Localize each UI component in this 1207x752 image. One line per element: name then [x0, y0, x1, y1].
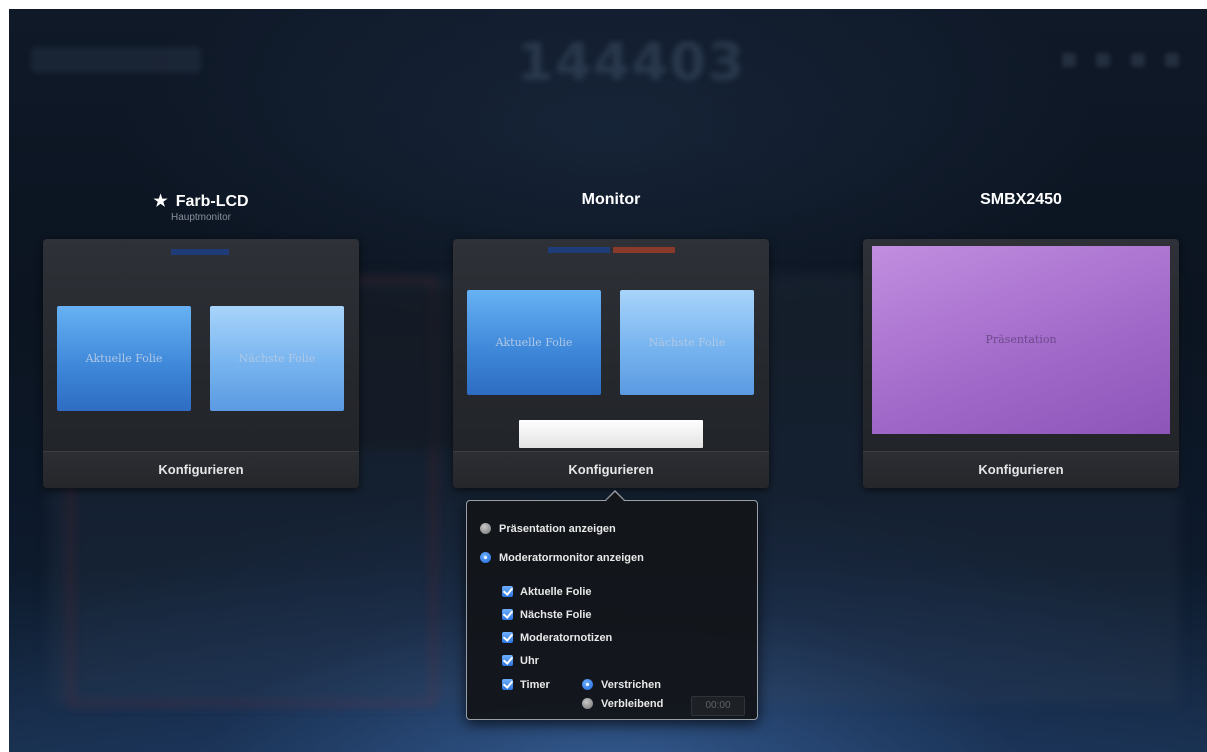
background-button — [1061, 53, 1076, 67]
configure-button[interactable]: Konfigurieren — [453, 451, 769, 488]
next-slide-preview: Nächste Folie — [210, 306, 344, 411]
radio-elapsed[interactable]: Verstrichen — [582, 677, 661, 693]
radio-label: Verstrichen — [601, 679, 661, 691]
check-label: Nächste Folie — [520, 609, 592, 621]
screen-arrangement-bar — [548, 247, 610, 253]
option-show-presentation[interactable]: Präsentation anzeigen — [480, 521, 616, 537]
background-clock: 144403 — [517, 33, 747, 93]
main-display-star-icon: ★ — [153, 193, 168, 210]
check-clock[interactable]: Uhr — [502, 653, 539, 669]
display-card-farb-lcd: Aktuelle Folie Nächste Folie Konfigurier… — [43, 239, 359, 488]
screen-arrangement-bar — [613, 247, 675, 253]
display-title-line: ★ Farb-LCD — [43, 191, 359, 211]
display-smbx2450: SMBX2450 — [863, 191, 1179, 231]
radio-unselected-icon[interactable] — [582, 697, 593, 709]
current-slide-preview: Aktuelle Folie — [57, 306, 191, 411]
radio-label: Verbleibend — [601, 698, 664, 710]
check-current-slide[interactable]: Aktuelle Folie — [502, 584, 592, 600]
display-header: Monitor — [453, 191, 769, 231]
presentation-preview: Präsentation — [872, 246, 1170, 434]
checkbox-checked-icon[interactable] — [502, 631, 513, 643]
display-header: SMBX2450 — [863, 191, 1179, 231]
popover-arrow-inner — [606, 492, 624, 501]
configure-button[interactable]: Konfigurieren — [43, 451, 359, 488]
background-button — [1165, 53, 1179, 67]
configure-button[interactable]: Konfigurieren — [863, 451, 1179, 488]
check-label: Uhr — [520, 655, 539, 667]
screen-arrangement-bar — [171, 249, 229, 255]
configure-popover: Präsentation anzeigen Moderatormonitor a… — [466, 500, 758, 720]
display-farb-lcd: ★ Farb-LCD Hauptmonitor — [43, 191, 359, 231]
check-label: Moderatornotizen — [520, 632, 613, 644]
option-label: Moderatormonitor anzeigen — [499, 552, 644, 564]
check-label: Timer — [520, 679, 550, 691]
background-button — [1096, 53, 1111, 67]
check-label: Aktuelle Folie — [520, 586, 592, 598]
option-show-presenter-display[interactable]: Moderatormonitor anzeigen — [480, 550, 644, 566]
checkbox-checked-icon[interactable] — [502, 654, 513, 666]
display-card-monitor: Aktuelle Folie Nächste Folie Konfigurier… — [453, 239, 769, 488]
radio-selected-icon[interactable] — [582, 678, 593, 690]
background-block — [349, 289, 459, 449]
check-presenter-notes[interactable]: Moderatornotizen — [502, 630, 612, 646]
option-label: Präsentation anzeigen — [499, 523, 616, 535]
next-slide-preview: Nächste Folie — [620, 290, 754, 395]
background-buttons — [1046, 53, 1179, 72]
checkbox-checked-icon[interactable] — [502, 585, 513, 597]
display-card-smbx2450: Präsentation Konfigurieren — [863, 239, 1179, 488]
current-slide-preview: Aktuelle Folie — [467, 290, 601, 395]
display-setup-screen: 144403 ★ Farb-LCD Hauptmonitor Aktuelle F… — [9, 9, 1207, 752]
display-header: ★ Farb-LCD Hauptmonitor — [43, 191, 359, 231]
background-search — [31, 47, 201, 73]
background-button — [1130, 53, 1145, 67]
display-subtitle: Hauptmonitor — [170, 212, 232, 223]
display-name: SMBX2450 — [980, 191, 1062, 208]
radio-unselected-icon[interactable] — [480, 522, 491, 534]
timer-preview — [519, 420, 703, 448]
display-monitor: Monitor — [453, 191, 769, 231]
checkbox-checked-icon[interactable] — [502, 678, 513, 690]
check-timer[interactable]: Timer — [502, 677, 550, 693]
display-name: Monitor — [581, 191, 641, 208]
check-next-slide[interactable]: Nächste Folie — [502, 607, 592, 623]
radio-remaining[interactable]: Verbleibend — [582, 696, 663, 712]
display-name: Farb-LCD — [175, 193, 249, 210]
radio-selected-icon[interactable] — [480, 551, 491, 563]
timer-duration-field[interactable]: 00:00 — [691, 696, 745, 716]
checkbox-checked-icon[interactable] — [502, 608, 513, 620]
